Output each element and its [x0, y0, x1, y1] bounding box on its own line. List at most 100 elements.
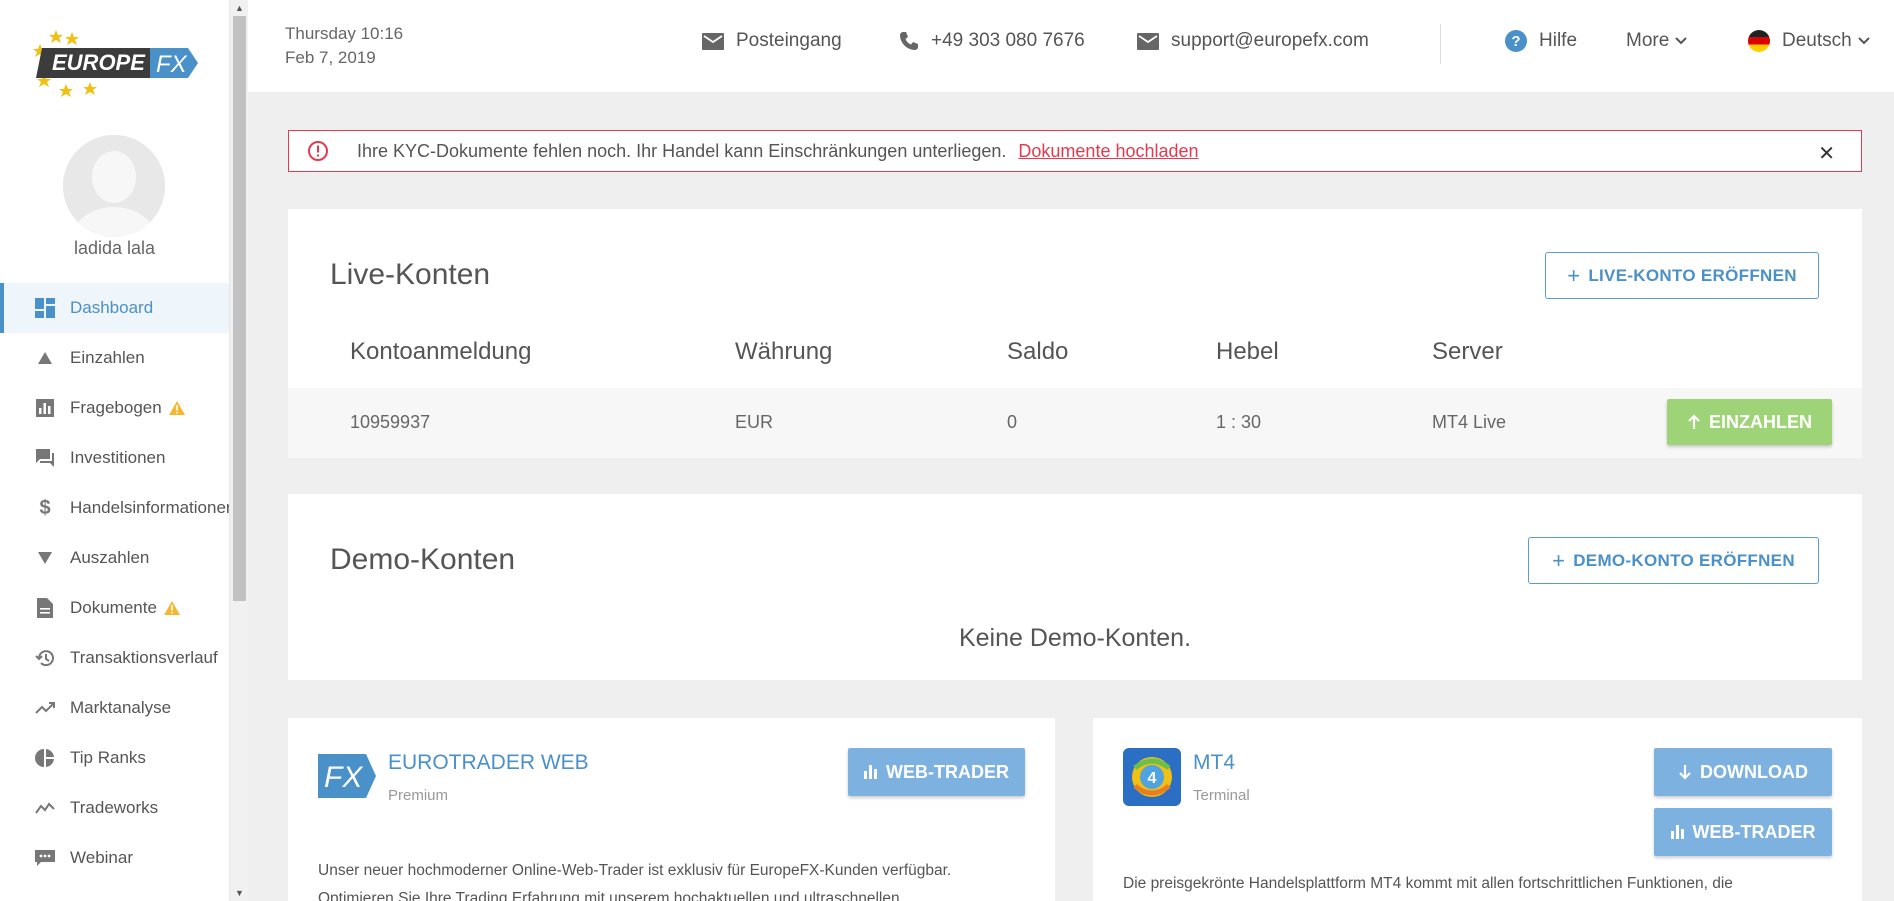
- scrollbar-thumb[interactable]: [233, 16, 246, 601]
- column-header-account: Kontoanmeldung: [350, 338, 532, 365]
- account-number: 10959937: [350, 412, 431, 432]
- europefx-logo[interactable]: EUROPE FX: [32, 26, 202, 106]
- account-balance: 0: [1007, 412, 1018, 432]
- column-header-leverage: Hebel: [1216, 338, 1279, 365]
- help-link[interactable]: ? Hilfe: [1505, 30, 1577, 52]
- sidebar-item-transaktionsverlauf[interactable]: Transaktionsverlauf: [0, 633, 229, 683]
- open-live-account-button[interactable]: + LIVE-KONTO ERÖFFNEN: [1545, 252, 1819, 299]
- open-live-account-label: LIVE-KONTO ERÖFFNEN: [1588, 265, 1797, 285]
- sidebar-item-label: Fragebogen: [70, 398, 162, 417]
- column-header-currency: Währung: [735, 338, 833, 365]
- sidebar-scrollbar[interactable]: ▲ ▼: [229, 0, 248, 901]
- mt4-logo-icon: 4: [1123, 748, 1181, 811]
- scroll-down-arrow-icon[interactable]: ▼: [230, 885, 249, 901]
- sidebar-item-label: Dashboard: [70, 298, 154, 317]
- column-header-server: Server: [1432, 338, 1503, 365]
- column-header-balance: Saldo: [1007, 338, 1069, 365]
- sidebar-item-investitionen[interactable]: Investitionen: [0, 433, 229, 483]
- close-icon[interactable]: ✕: [1818, 141, 1835, 166]
- avatar[interactable]: [63, 135, 165, 237]
- warning-icon: [163, 600, 181, 616]
- date: Feb 7, 2019: [285, 48, 376, 67]
- download-label: DOWNLOAD: [1700, 761, 1808, 782]
- sidebar-item-auszahlen[interactable]: Auszahlen: [0, 533, 229, 583]
- triangle-down-icon: [34, 547, 56, 569]
- eurotrader-description: Unser neuer hochmoderner Online-Web-Trad…: [318, 857, 951, 901]
- open-demo-account-label: DEMO-KONTO ERÖFFNEN: [1573, 550, 1795, 570]
- sidebar-item-einzahlen[interactable]: Einzahlen: [0, 333, 229, 383]
- mt4-download-button[interactable]: DOWNLOAD: [1654, 748, 1832, 796]
- dollar-icon: $: [39, 496, 51, 519]
- eurotrader-logo: FX: [318, 754, 376, 803]
- logo-text-europe: EUROPE: [52, 50, 146, 75]
- username: ladida lala: [73, 238, 156, 258]
- chat-icon: [34, 447, 56, 469]
- warning-icon: [168, 400, 186, 416]
- pie-chart-icon: [34, 747, 56, 769]
- account-server: MT4 Live: [1432, 412, 1507, 432]
- history-icon: [34, 647, 56, 669]
- date-display: Thursday 10:16 Feb 7, 2019: [285, 22, 403, 70]
- bar-chart-icon: [1670, 825, 1684, 839]
- sidebar-item-dashboard[interactable]: Dashboard: [0, 283, 229, 333]
- mt4-webtrader-button[interactable]: WEB-TRADER: [1654, 808, 1832, 856]
- mail-icon: [1137, 32, 1159, 50]
- inbox-label: Posteingang: [736, 30, 842, 51]
- upload-documents-link[interactable]: Dokumente hochladen: [1018, 141, 1198, 162]
- arrow-down-icon: [1679, 765, 1691, 780]
- more-label: More: [1626, 30, 1670, 51]
- sidebar-item-tradeworks[interactable]: Tradeworks: [0, 783, 229, 833]
- mail-icon: [702, 32, 724, 50]
- scroll-up-arrow-icon[interactable]: ▲: [230, 0, 249, 16]
- line-chart-icon: [34, 797, 56, 819]
- bar-chart-icon: [34, 397, 56, 419]
- sidebar-item-label: Handelsinformationen: [70, 498, 229, 517]
- sidebar-item-fragebogen[interactable]: Fragebogen: [0, 383, 229, 433]
- no-demo-accounts-text: Keine Demo-Konten.: [958, 624, 1192, 652]
- demo-accounts-title: Demo-Konten: [330, 543, 516, 576]
- more-dropdown[interactable]: More: [1626, 30, 1699, 52]
- sidebar-item-dokumente[interactable]: Dokumente: [0, 583, 229, 633]
- webtrader-label: WEB-TRADER: [886, 761, 1009, 782]
- eurotrader-webtrader-button[interactable]: WEB-TRADER: [848, 748, 1025, 796]
- dashboard-icon: [34, 297, 56, 319]
- logo-text-fx: FX: [156, 51, 188, 78]
- live-accounts-title: Live-Konten: [330, 258, 491, 291]
- support-email-link[interactable]: support@europefx.com: [1137, 30, 1369, 52]
- chevron-down-icon: [1675, 37, 1688, 45]
- phone-link[interactable]: +49 303 080 7676: [899, 30, 1085, 52]
- sidebar-item-label: Webinar: [70, 848, 133, 867]
- header-divider: [1440, 24, 1441, 64]
- webtrader-label: WEB-TRADER: [1692, 821, 1816, 842]
- trending-icon: [34, 697, 56, 719]
- phone-icon: [900, 32, 918, 50]
- kyc-alert: Ihre KYC-Dokumente fehlen noch. Ihr Hand…: [288, 130, 1862, 172]
- help-label: Hilfe: [1539, 30, 1578, 51]
- sidebar-item-tip-ranks[interactable]: Tip Ranks: [0, 733, 229, 783]
- sidebar-item-label: Tip Ranks: [70, 748, 146, 767]
- plus-icon: +: [1552, 547, 1566, 573]
- sidebar-item-webinar[interactable]: Webinar: [0, 833, 229, 883]
- open-demo-account-button[interactable]: + DEMO-KONTO ERÖFFNEN: [1528, 537, 1819, 584]
- chevron-down-icon: [1857, 37, 1870, 45]
- sidebar: EUROPE FX ladida lala Dashboard Einzahle…: [0, 0, 229, 901]
- deposit-label: EINZAHLEN: [1709, 411, 1812, 432]
- mt4-description: Die preisgekrönte Handelsplattform MT4 k…: [1123, 875, 1733, 892]
- sidebar-item-label: Investitionen: [70, 448, 166, 467]
- inbox-link[interactable]: Posteingang: [702, 30, 842, 52]
- triangle-up-icon: [34, 347, 56, 369]
- sidebar-item-handelsinformationen[interactable]: $ Handelsinformationen: [0, 483, 229, 533]
- arrow-up-icon: [1688, 414, 1700, 429]
- sidebar-item-marktanalyse[interactable]: Marktanalyse: [0, 683, 229, 733]
- account-currency: EUR: [735, 412, 774, 432]
- language-dropdown[interactable]: Deutsch: [1748, 30, 1882, 52]
- eurotrader-subtitle: Premium: [388, 787, 449, 804]
- deposit-button[interactable]: EINZAHLEN: [1667, 399, 1832, 445]
- help-icon: ?: [1505, 30, 1527, 52]
- error-icon: [308, 141, 328, 161]
- svg-text:?: ?: [1511, 33, 1520, 50]
- mt4-name: MT4: [1193, 751, 1235, 774]
- language-label: Deutsch: [1782, 30, 1852, 51]
- description-line: Optimieren Sie Ihre Trading Erfahrung mi…: [318, 890, 900, 901]
- description-line: Unser neuer hochmoderner Online-Web-Trad…: [318, 862, 952, 879]
